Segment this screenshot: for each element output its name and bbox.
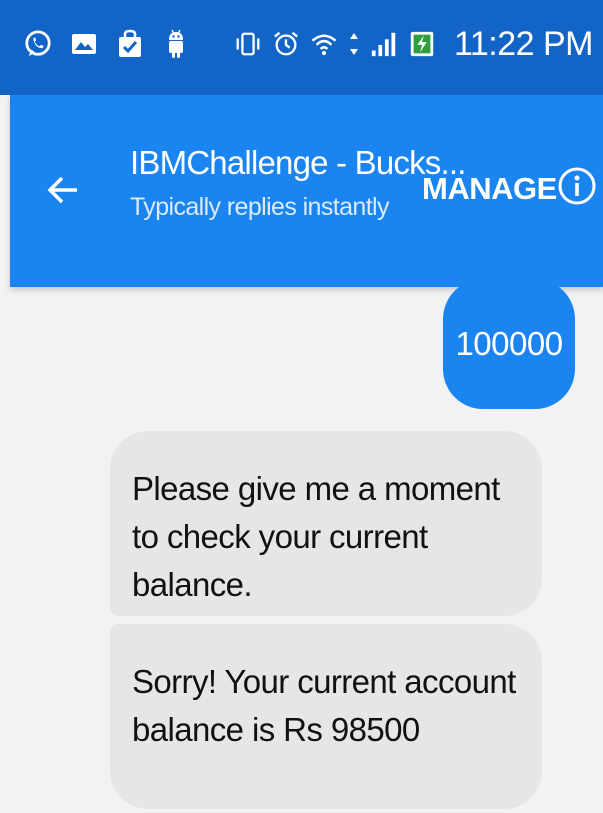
message-text: Sorry! Your current account balance is R… — [132, 663, 516, 748]
outgoing-message[interactable]: 100000 — [443, 287, 575, 409]
vibrate-icon — [234, 28, 262, 60]
signal-icon — [370, 28, 398, 60]
chat-header: IBMChallenge - Bucks... Typically replie… — [10, 95, 603, 287]
info-button[interactable] — [556, 165, 598, 207]
android-icon — [162, 28, 190, 60]
notification-icons — [24, 20, 190, 68]
back-button[interactable] — [38, 165, 88, 215]
incoming-message[interactable]: Sorry! Your current account balance is R… — [110, 624, 542, 809]
message-text: Please give me a moment to check your cu… — [132, 470, 500, 603]
clock: 11:22 PM — [453, 24, 594, 63]
info-icon — [558, 167, 596, 205]
status-bar: 11:22 PM — [0, 0, 603, 95]
shopping-bag-icon — [116, 28, 144, 60]
chat-title: IBMChallenge - Bucks... — [130, 144, 466, 181]
wifi-icon — [310, 28, 338, 60]
message-text: 100000 — [455, 325, 563, 362]
incoming-message[interactable]: Please give me a moment to check your cu… — [110, 431, 542, 616]
messenger-screen: 11:22 PM IBMChallenge - Bucks... Typical… — [0, 0, 603, 813]
gallery-icon — [70, 28, 98, 60]
battery-charging-icon — [408, 28, 436, 60]
chat-title-block[interactable]: IBMChallenge - Bucks... Typically replie… — [130, 142, 466, 224]
system-icons: 11:22 PM — [234, 20, 594, 68]
data-arrows-icon — [348, 28, 360, 60]
message-list: 100000 Please give me a moment to check … — [0, 287, 603, 813]
chat-subtitle: Typically replies instantly — [130, 193, 390, 221]
whatsapp-icon — [24, 28, 52, 60]
manage-button[interactable]: MANAGE — [422, 171, 557, 207]
back-arrow-icon — [47, 176, 77, 204]
alarm-icon — [272, 28, 300, 60]
